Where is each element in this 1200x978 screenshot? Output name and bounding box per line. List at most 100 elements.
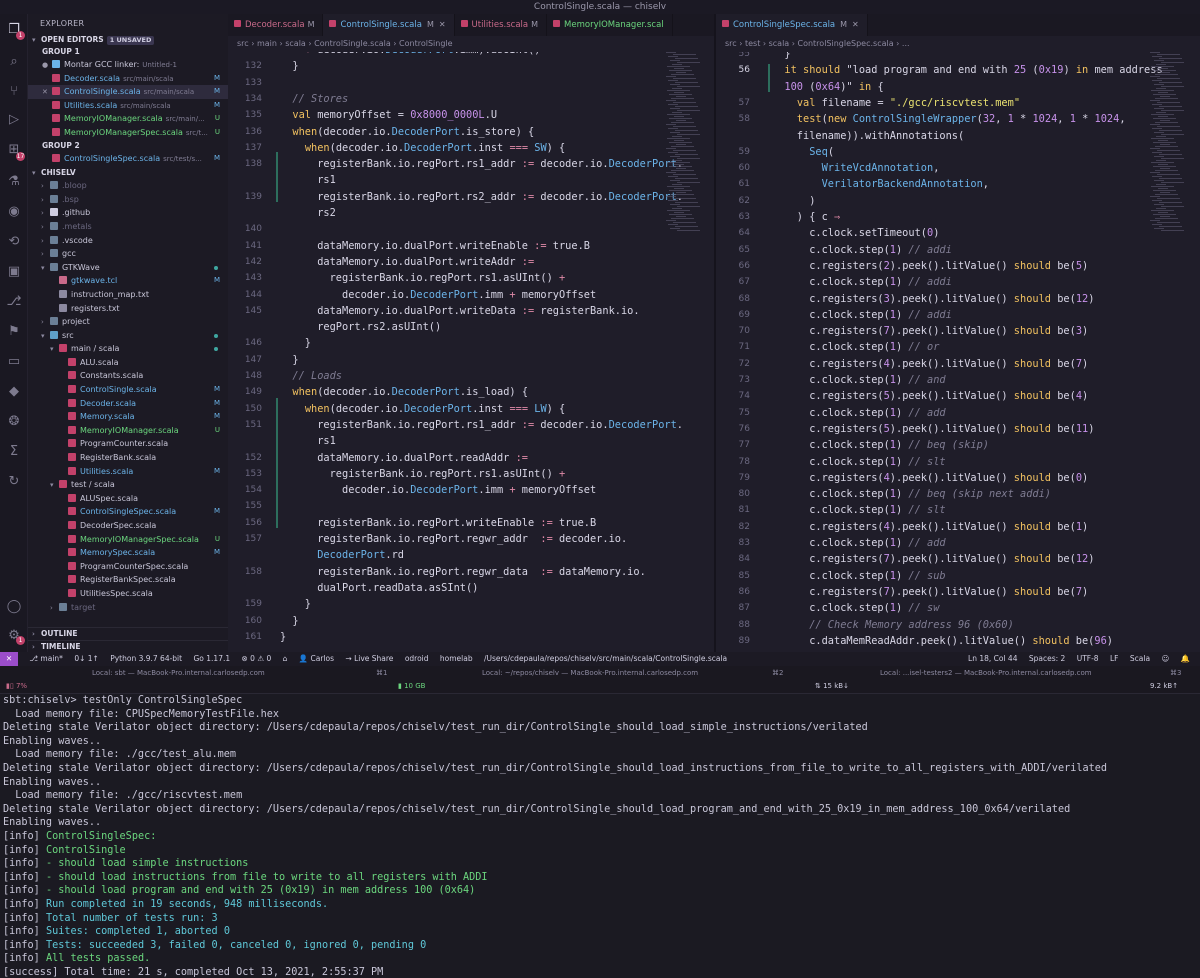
eol[interactable]: LF	[1110, 654, 1119, 663]
git-graph-icon[interactable]: ⎇	[6, 294, 22, 310]
code-line[interactable]: when(decoder.io.DecoderPort.is_store) {	[280, 126, 534, 138]
code-line[interactable]: )	[772, 195, 815, 207]
breadcrumb[interactable]: src › main › scala › ControlSingle.scala…	[228, 36, 714, 52]
sync-icon[interactable]: ↻	[6, 474, 22, 490]
code-line[interactable]: filename)).withAnnotations(	[772, 130, 964, 142]
bookmark-icon[interactable]: ⚑	[6, 324, 22, 340]
remote-indicator-icon[interactable]: ✕	[0, 652, 18, 666]
code-line[interactable]: c.clock.step(1) // addi	[772, 309, 952, 321]
file-item[interactable]: Decoder.scala M	[28, 397, 228, 411]
latex-icon[interactable]: Σ	[6, 444, 22, 460]
project-section[interactable]: ▾ CHISELV	[28, 167, 228, 179]
file-item[interactable]: DecoderSpec.scala	[28, 519, 228, 533]
file-item[interactable]: ProgramCounterSpec.scala	[28, 560, 228, 574]
editor-tab[interactable]: ControlSingle.scala M ✕	[323, 14, 455, 36]
run-icon[interactable]: ▷	[6, 112, 22, 128]
folder-item[interactable]: › .github	[28, 206, 228, 220]
code-line[interactable]: c.registers(2).peek().litValue() should …	[772, 260, 1088, 272]
code-line[interactable]: registerBank.io.regPort.rs1_addr := deco…	[280, 158, 683, 170]
folder-item[interactable]: › gcc	[28, 247, 228, 261]
code-line[interactable]: + decoder.io.DecoderPort.imm).asUInt()	[280, 52, 541, 56]
code-line[interactable]: c.dataMemReadAddr.peek().litValue() shou…	[772, 635, 1113, 647]
code-line[interactable]: 100 (0x64)" in {	[772, 81, 883, 93]
code-line[interactable]: c.registers(7).peek().litValue() should …	[772, 586, 1088, 598]
code-line[interactable]: decoder.io.DecoderPort.imm + memoryOffse…	[280, 289, 596, 301]
code-line[interactable]: dataMemory.io.dualPort.writeAddr :=	[280, 256, 534, 268]
file-item[interactable]: registers.txt	[28, 302, 228, 316]
file-item[interactable]: ControlSingle.scala M	[28, 383, 228, 397]
file-item[interactable]: RegisterBank.scala	[28, 451, 228, 465]
terminal[interactable]: Local: sbt — MacBook-Pro.internal.carlos…	[0, 666, 1200, 978]
code-line[interactable]: c.registers(4).peek().litValue() should …	[772, 472, 1088, 484]
file-item[interactable]: instruction_map.txt	[28, 288, 228, 302]
file-item[interactable]: MemoryIOManagerSpec.scala U	[28, 533, 228, 547]
code-line[interactable]: it should "load program and end with 25 …	[772, 64, 1162, 76]
open-editor-item[interactable]: Decoder.scala src/main/scala M	[28, 72, 228, 86]
code-line[interactable]: val filename = "./gcc/riscvtest.mem"	[772, 97, 1020, 109]
notifications-icon[interactable]: 🔔	[1181, 654, 1190, 663]
problems-status[interactable]: ⊗ 0 ⚠ 0	[242, 654, 272, 663]
folder-item[interactable]: ▾ test / scala	[28, 478, 228, 492]
user-status[interactable]: 👤 Carlos	[299, 654, 334, 663]
folder-item[interactable]: › .metals	[28, 220, 228, 234]
code-line[interactable]: WriteVcdAnnotation,	[772, 162, 940, 174]
editor-tab[interactable]: MemoryIOManager.scal	[547, 14, 673, 36]
file-item[interactable]: Constants.scala	[28, 369, 228, 383]
code-line[interactable]: registerBank.io.regPort.rs1_addr := deco…	[280, 419, 683, 431]
outline-section[interactable]: › OUTLINE	[28, 627, 228, 639]
code-line[interactable]: registerBank.io.regPort.rs1.asUInt() +	[280, 468, 566, 480]
terminal-tab-2[interactable]: Local: ~/repos/chiselv — MacBook-Pro.int…	[482, 668, 698, 679]
code-line[interactable]: rs1	[280, 174, 336, 186]
metals-icon[interactable]: ◆	[6, 384, 22, 400]
minimap[interactable]	[1146, 52, 1194, 652]
file-item[interactable]: Utilities.scala M	[28, 465, 228, 479]
code-line[interactable]: c.clock.step(1) // or	[772, 341, 939, 353]
file-item[interactable]: UtilitiesSpec.scala	[28, 587, 228, 601]
encoding[interactable]: UTF-8	[1077, 654, 1099, 663]
language-mode[interactable]: Scala	[1130, 654, 1150, 663]
folder-item[interactable]: › target	[28, 601, 228, 615]
code-line[interactable]: decoder.io.DecoderPort.imm + memoryOffse…	[280, 484, 596, 496]
code-line[interactable]: ) { c ⇒	[772, 211, 840, 223]
code-line[interactable]: registerBank.io.regPort.regwr_data := da…	[280, 566, 646, 578]
open-editor-item[interactable]: MemoryIOManager.scala src/main/... U	[28, 112, 228, 126]
source-control-icon[interactable]: ⑂	[6, 84, 22, 100]
file-item[interactable]: ProgramCounter.scala	[28, 437, 228, 451]
editor-group-2[interactable]: ControlSingleSpec.scala M ✕ src › test › s…	[716, 14, 1200, 652]
code-line[interactable]: c.clock.step(1) // sw	[772, 602, 939, 614]
file-item[interactable]: ALUSpec.scala	[28, 492, 228, 506]
code-line[interactable]: // Stores	[280, 93, 348, 105]
code-line[interactable]: c.clock.step(1) // slt	[772, 504, 945, 516]
code-line[interactable]: c.clock.step(1) // slt	[772, 456, 945, 468]
code-line[interactable]: Seq(	[772, 146, 834, 158]
code-line[interactable]: c.registers(7).peek().litValue() should …	[772, 553, 1094, 565]
code-line[interactable]: c.clock.step(1) // beq (skip)	[772, 439, 989, 451]
open-editor-item[interactable]: MemoryIOManagerSpec.scala src/t... U	[28, 126, 228, 140]
python-status[interactable]: Python 3.9.7 64-bit	[110, 654, 182, 663]
code-view-2[interactable]: 55 } 56 it should "load program and end w…	[716, 52, 1200, 652]
settings-sync-icon[interactable]: ❂	[6, 414, 22, 430]
breadcrumb[interactable]: src › test › scala › ControlSingleSpec.s…	[716, 36, 1200, 52]
code-line[interactable]: // Check Memory address 96 (0x60)	[772, 619, 1014, 631]
docker-icon[interactable]: ▣	[6, 264, 22, 280]
feedback-icon[interactable]: ☺	[1161, 654, 1169, 663]
code-line[interactable]: dataMemory.io.dualPort.writeData := regi…	[280, 305, 639, 317]
folder-item[interactable]: ▾ main / scala	[28, 342, 228, 356]
github-icon[interactable]: ◉	[6, 204, 22, 220]
code-line[interactable]: rs2	[280, 207, 336, 219]
code-line[interactable]: test(new ControlSingleWrapper(32, 1 * 10…	[772, 113, 1126, 125]
code-line[interactable]: }	[280, 337, 311, 349]
code-line[interactable]: }	[280, 60, 298, 72]
code-line[interactable]: c.registers(4).peek().litValue() should …	[772, 521, 1088, 533]
code-line[interactable]: }	[280, 631, 286, 643]
code-line[interactable]: when(decoder.io.DecoderPort.inst === LW)…	[280, 403, 565, 415]
terminal-tab-1[interactable]: Local: sbt — MacBook-Pro.internal.carlos…	[92, 668, 265, 679]
code-line[interactable]: registerBank.io.regPort.writeEnable := t…	[280, 517, 596, 529]
code-line[interactable]: }	[280, 598, 311, 610]
code-line[interactable]: c.registers(4).peek().litValue() should …	[772, 358, 1088, 370]
open-editor-item[interactable]: Utilities.scala src/main/scala M	[28, 99, 228, 113]
file-item[interactable]: gtkwave.tcl M	[28, 274, 228, 288]
folder-item[interactable]: › .vscode	[28, 234, 228, 248]
terminal-tab-3[interactable]: Local: ...isel-testers2 — MacBook-Pro.in…	[880, 668, 1092, 679]
host-status[interactable]: homelab	[440, 654, 473, 663]
